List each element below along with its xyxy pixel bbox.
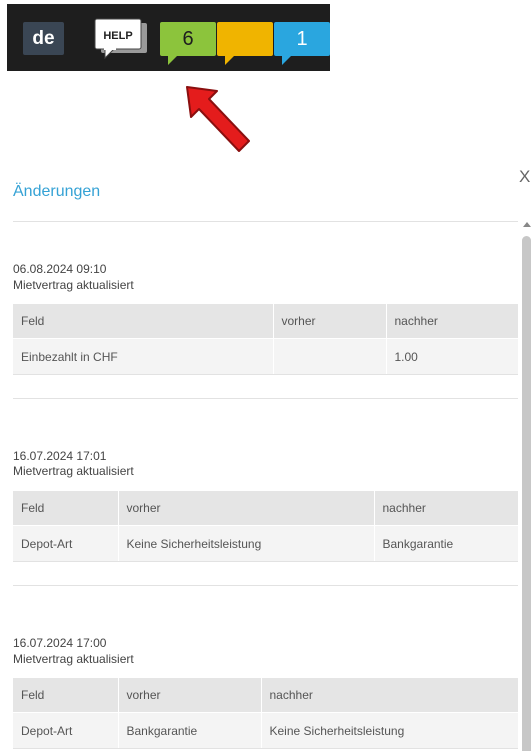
column-header: nachher — [385, 304, 518, 339]
changes-table: Feld vorher nachher Depot-Art Bankgarant… — [13, 678, 518, 749]
column-header: vorher — [117, 678, 261, 713]
help-button[interactable]: HELP — [91, 17, 151, 61]
changes-table: Feld vorher nachher Depot-Art Keine Sich… — [13, 491, 518, 562]
table-cell: Bankgarantie — [373, 525, 518, 562]
close-button[interactable]: X — [519, 167, 530, 187]
scroll-up-icon[interactable] — [523, 222, 531, 227]
notification-count-blue: 1 — [296, 27, 308, 50]
help-label: HELP — [103, 30, 132, 42]
help-bubble-icon: HELP — [94, 18, 147, 60]
column-header: vorher — [117, 491, 374, 526]
panel-title: Änderungen — [13, 183, 101, 200]
table-row: Depot-Art Keine Sicherheitsleistung Bank… — [13, 525, 518, 562]
notification-bubble-blue[interactable]: 1 — [274, 22, 330, 65]
table-cell: Keine Sicherheitsleistung — [117, 525, 374, 562]
scrollbar-thumb[interactable] — [522, 236, 531, 751]
bubble-tail — [282, 55, 292, 65]
table-header-row: Feld vorher nachher — [13, 678, 518, 713]
entry-description: Mietvertrag aktualisiert — [13, 652, 134, 666]
table-cell: Depot-Art — [13, 712, 118, 749]
bubble-tail — [168, 55, 178, 65]
table-row: Depot-Art Bankgarantie Keine Sicherheits… — [13, 712, 518, 749]
entry-datetime: 16.07.2024 17:00 — [13, 636, 107, 650]
table-cell — [272, 338, 386, 375]
pointer-arrow-icon — [186, 86, 250, 152]
notification-bubble-green[interactable]: 6 — [160, 22, 216, 65]
entry-datetime: 16.07.2024 17:01 — [13, 449, 107, 463]
notification-bubble-yellow[interactable] — [217, 22, 273, 65]
entry-datetime: 06.08.2024 09:10 — [13, 262, 107, 276]
table-row: Einbezahlt in CHF 1.00 — [13, 338, 518, 375]
table-cell: Bankgarantie — [117, 712, 261, 749]
bubble-tail — [225, 55, 235, 65]
entry-description: Mietvertrag aktualisiert — [13, 278, 134, 292]
table-cell: Depot-Art — [13, 525, 118, 562]
table-cell: Einbezahlt in CHF — [13, 338, 273, 375]
entry-divider — [13, 398, 518, 399]
table-header-row: Feld vorher nachher — [13, 491, 518, 526]
entry-divider — [13, 585, 518, 586]
column-header: nachher — [260, 678, 518, 713]
table-cell: Keine Sicherheitsleistung — [260, 712, 518, 749]
table-cell: 1.00 — [385, 338, 518, 375]
notification-count-green: 6 — [182, 27, 194, 50]
entry-description: Mietvertrag aktualisiert — [13, 464, 134, 478]
column-header: Feld — [13, 304, 273, 339]
column-header: Feld — [13, 678, 118, 713]
column-header: Feld — [13, 491, 118, 526]
changes-table: Feld vorher nachher Einbezahlt in CHF 1.… — [13, 304, 518, 375]
language-button[interactable]: de — [23, 22, 64, 55]
header-divider — [13, 221, 518, 222]
table-header-row: Feld vorher nachher — [13, 304, 518, 339]
column-header: vorher — [272, 304, 386, 339]
top-toolbar: de HELP 6 1 — [7, 4, 330, 71]
column-header: nachher — [373, 491, 518, 526]
